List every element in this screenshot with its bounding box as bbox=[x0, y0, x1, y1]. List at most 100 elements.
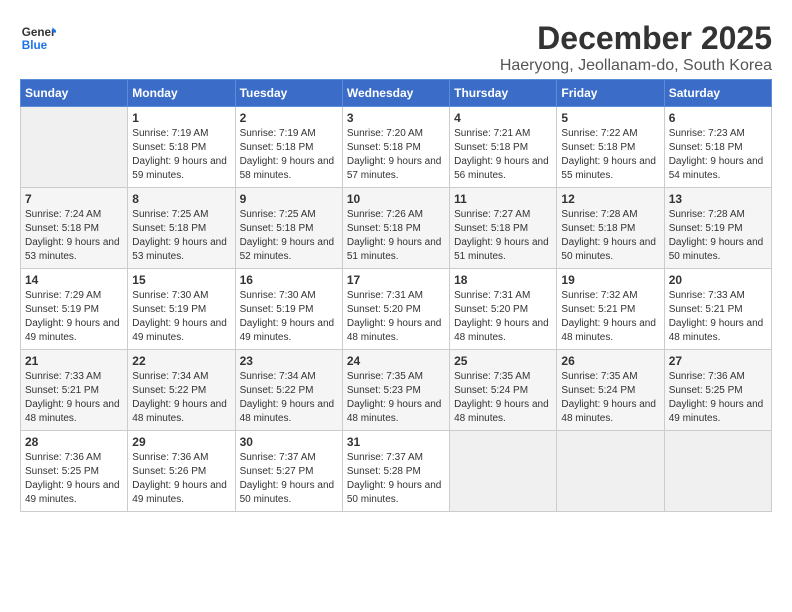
calendar-week-row: 1Sunrise: 7:19 AMSunset: 5:18 PMDaylight… bbox=[21, 107, 772, 188]
day-info: Sunrise: 7:36 AMSunset: 5:25 PMDaylight:… bbox=[25, 451, 123, 507]
day-number: 27 bbox=[669, 354, 767, 368]
weekday-header: Tuesday bbox=[235, 80, 342, 107]
calendar-cell: 19 Sunrise: 7:32 AMSunset: 5:21 PMDayligh… bbox=[557, 269, 664, 350]
day-number: 8 bbox=[132, 192, 230, 206]
day-number: 14 bbox=[25, 273, 123, 287]
day-number: 7 bbox=[25, 192, 123, 206]
day-number: 30 bbox=[240, 435, 338, 449]
calendar-cell: 28 Sunrise: 7:36 AMSunset: 5:25 PMDayligh… bbox=[21, 431, 128, 512]
day-info: Sunrise: 7:25 AMSunset: 5:18 PMDaylight:… bbox=[132, 208, 230, 264]
calendar-cell: 17 Sunrise: 7:31 AMSunset: 5:20 PMDayligh… bbox=[342, 269, 449, 350]
location: Haeryong, Jeollanam-do, South Korea bbox=[500, 57, 772, 75]
calendar-cell: 27 Sunrise: 7:36 AMSunset: 5:25 PMDayligh… bbox=[664, 350, 771, 431]
calendar-cell: 4 Sunrise: 7:21 AMSunset: 5:18 PMDaylight… bbox=[450, 107, 557, 188]
day-number: 25 bbox=[454, 354, 552, 368]
day-number: 18 bbox=[454, 273, 552, 287]
day-number: 23 bbox=[240, 354, 338, 368]
day-number: 24 bbox=[347, 354, 445, 368]
calendar-cell: 3 Sunrise: 7:20 AMSunset: 5:18 PMDaylight… bbox=[342, 107, 449, 188]
day-number: 6 bbox=[669, 111, 767, 125]
logo-icon: General Blue bbox=[20, 20, 56, 56]
day-number: 22 bbox=[132, 354, 230, 368]
calendar-cell: 30 Sunrise: 7:37 AMSunset: 5:27 PMDayligh… bbox=[235, 431, 342, 512]
month-year: December 2025 bbox=[500, 20, 772, 57]
calendar-cell: 8 Sunrise: 7:25 AMSunset: 5:18 PMDaylight… bbox=[128, 188, 235, 269]
day-info: Sunrise: 7:34 AMSunset: 5:22 PMDaylight:… bbox=[132, 370, 230, 426]
day-info: Sunrise: 7:34 AMSunset: 5:22 PMDaylight:… bbox=[240, 370, 338, 426]
calendar-cell: 11Sunrise: 7:27 AMSunset: 5:18 PMDayligh… bbox=[450, 188, 557, 269]
calendar-cell: 25 Sunrise: 7:35 AMSunset: 5:24 PMDayligh… bbox=[450, 350, 557, 431]
day-info: Sunrise: 7:36 AMSunset: 5:25 PMDaylight:… bbox=[669, 370, 767, 426]
weekday-header-row: SundayMondayTuesdayWednesdayThursdayFrid… bbox=[21, 80, 772, 107]
weekday-header: Sunday bbox=[21, 80, 128, 107]
day-number: 29 bbox=[132, 435, 230, 449]
day-info: Sunrise: 7:30 AMSunset: 5:19 PMDaylight:… bbox=[132, 289, 230, 345]
day-info: Sunrise: 7:20 AMSunset: 5:18 PMDaylight:… bbox=[347, 127, 445, 183]
weekday-header: Friday bbox=[557, 80, 664, 107]
day-info: Sunrise: 7:36 AMSunset: 5:26 PMDaylight:… bbox=[132, 451, 230, 507]
day-number: 4 bbox=[454, 111, 552, 125]
day-number: 2 bbox=[240, 111, 338, 125]
title-section: December 2025 Haeryong, Jeollanam-do, So… bbox=[500, 20, 772, 75]
day-number: 10 bbox=[347, 192, 445, 206]
calendar-cell: 16 Sunrise: 7:30 AMSunset: 5:19 PMDayligh… bbox=[235, 269, 342, 350]
day-number: 19 bbox=[561, 273, 659, 287]
day-number: 26 bbox=[561, 354, 659, 368]
day-info: Sunrise: 7:31 AMSunset: 5:20 PMDaylight:… bbox=[454, 289, 552, 345]
calendar-week-row: 7Sunrise: 7:24 AMSunset: 5:18 PMDaylight… bbox=[21, 188, 772, 269]
calendar-cell bbox=[557, 431, 664, 512]
svg-text:Blue: Blue bbox=[22, 39, 48, 52]
calendar-cell: 15 Sunrise: 7:30 AMSunset: 5:19 PMDayligh… bbox=[128, 269, 235, 350]
day-info: Sunrise: 7:35 AMSunset: 5:24 PMDaylight:… bbox=[454, 370, 552, 426]
calendar-cell bbox=[21, 107, 128, 188]
day-number: 16 bbox=[240, 273, 338, 287]
day-number: 17 bbox=[347, 273, 445, 287]
day-number: 5 bbox=[561, 111, 659, 125]
calendar-week-row: 21 Sunrise: 7:33 AMSunset: 5:21 PMDayligh… bbox=[21, 350, 772, 431]
day-info: Sunrise: 7:32 AMSunset: 5:21 PMDaylight:… bbox=[561, 289, 659, 345]
day-number: 20 bbox=[669, 273, 767, 287]
day-info: Sunrise: 7:23 AMSunset: 5:18 PMDaylight:… bbox=[669, 127, 767, 183]
calendar-cell bbox=[664, 431, 771, 512]
day-info: Sunrise: 7:37 AMSunset: 5:27 PMDaylight:… bbox=[240, 451, 338, 507]
day-info: Sunrise: 7:25 AMSunset: 5:18 PMDaylight:… bbox=[240, 208, 338, 264]
day-number: 3 bbox=[347, 111, 445, 125]
calendar-cell: 7Sunrise: 7:24 AMSunset: 5:18 PMDaylight… bbox=[21, 188, 128, 269]
day-info: Sunrise: 7:28 AMSunset: 5:18 PMDaylight:… bbox=[561, 208, 659, 264]
calendar-cell: 22 Sunrise: 7:34 AMSunset: 5:22 PMDayligh… bbox=[128, 350, 235, 431]
calendar-cell: 2Sunrise: 7:19 AMSunset: 5:18 PMDaylight… bbox=[235, 107, 342, 188]
calendar-week-row: 28 Sunrise: 7:36 AMSunset: 5:25 PMDayligh… bbox=[21, 431, 772, 512]
calendar-cell: 5 Sunrise: 7:22 AMSunset: 5:18 PMDaylight… bbox=[557, 107, 664, 188]
day-info: Sunrise: 7:19 AMSunset: 5:18 PMDaylight:… bbox=[132, 127, 230, 183]
day-info: Sunrise: 7:33 AMSunset: 5:21 PMDaylight:… bbox=[25, 370, 123, 426]
calendar-cell: 10 Sunrise: 7:26 AMSunset: 5:18 PMDayligh… bbox=[342, 188, 449, 269]
day-info: Sunrise: 7:31 AMSunset: 5:20 PMDaylight:… bbox=[347, 289, 445, 345]
day-number: 13 bbox=[669, 192, 767, 206]
calendar-cell: 13Sunrise: 7:28 AMSunset: 5:19 PMDayligh… bbox=[664, 188, 771, 269]
calendar-cell: 14Sunrise: 7:29 AMSunset: 5:19 PMDayligh… bbox=[21, 269, 128, 350]
calendar-week-row: 14Sunrise: 7:29 AMSunset: 5:19 PMDayligh… bbox=[21, 269, 772, 350]
day-number: 15 bbox=[132, 273, 230, 287]
weekday-header: Wednesday bbox=[342, 80, 449, 107]
calendar-cell: 20 Sunrise: 7:33 AMSunset: 5:21 PMDayligh… bbox=[664, 269, 771, 350]
weekday-header: Thursday bbox=[450, 80, 557, 107]
day-info: Sunrise: 7:27 AMSunset: 5:18 PMDaylight:… bbox=[454, 208, 552, 264]
day-info: Sunrise: 7:26 AMSunset: 5:18 PMDaylight:… bbox=[347, 208, 445, 264]
day-info: Sunrise: 7:30 AMSunset: 5:19 PMDaylight:… bbox=[240, 289, 338, 345]
weekday-header: Monday bbox=[128, 80, 235, 107]
calendar-table: SundayMondayTuesdayWednesdayThursdayFrid… bbox=[20, 79, 772, 512]
day-info: Sunrise: 7:37 AMSunset: 5:28 PMDaylight:… bbox=[347, 451, 445, 507]
day-info: Sunrise: 7:33 AMSunset: 5:21 PMDaylight:… bbox=[669, 289, 767, 345]
calendar-cell: 31Sunrise: 7:37 AMSunset: 5:28 PMDayligh… bbox=[342, 431, 449, 512]
day-info: Sunrise: 7:22 AMSunset: 5:18 PMDaylight:… bbox=[561, 127, 659, 183]
calendar-cell: 23 Sunrise: 7:34 AMSunset: 5:22 PMDayligh… bbox=[235, 350, 342, 431]
calendar-cell: 18 Sunrise: 7:31 AMSunset: 5:20 PMDayligh… bbox=[450, 269, 557, 350]
day-number: 28 bbox=[25, 435, 123, 449]
day-number: 12 bbox=[561, 192, 659, 206]
calendar-cell: 29 Sunrise: 7:36 AMSunset: 5:26 PMDayligh… bbox=[128, 431, 235, 512]
calendar-cell: 12 Sunrise: 7:28 AMSunset: 5:18 PMDayligh… bbox=[557, 188, 664, 269]
calendar-cell: 24Sunrise: 7:35 AMSunset: 5:23 PMDayligh… bbox=[342, 350, 449, 431]
day-number: 21 bbox=[25, 354, 123, 368]
logo: General Blue bbox=[20, 20, 56, 56]
day-info: Sunrise: 7:21 AMSunset: 5:18 PMDaylight:… bbox=[454, 127, 552, 183]
